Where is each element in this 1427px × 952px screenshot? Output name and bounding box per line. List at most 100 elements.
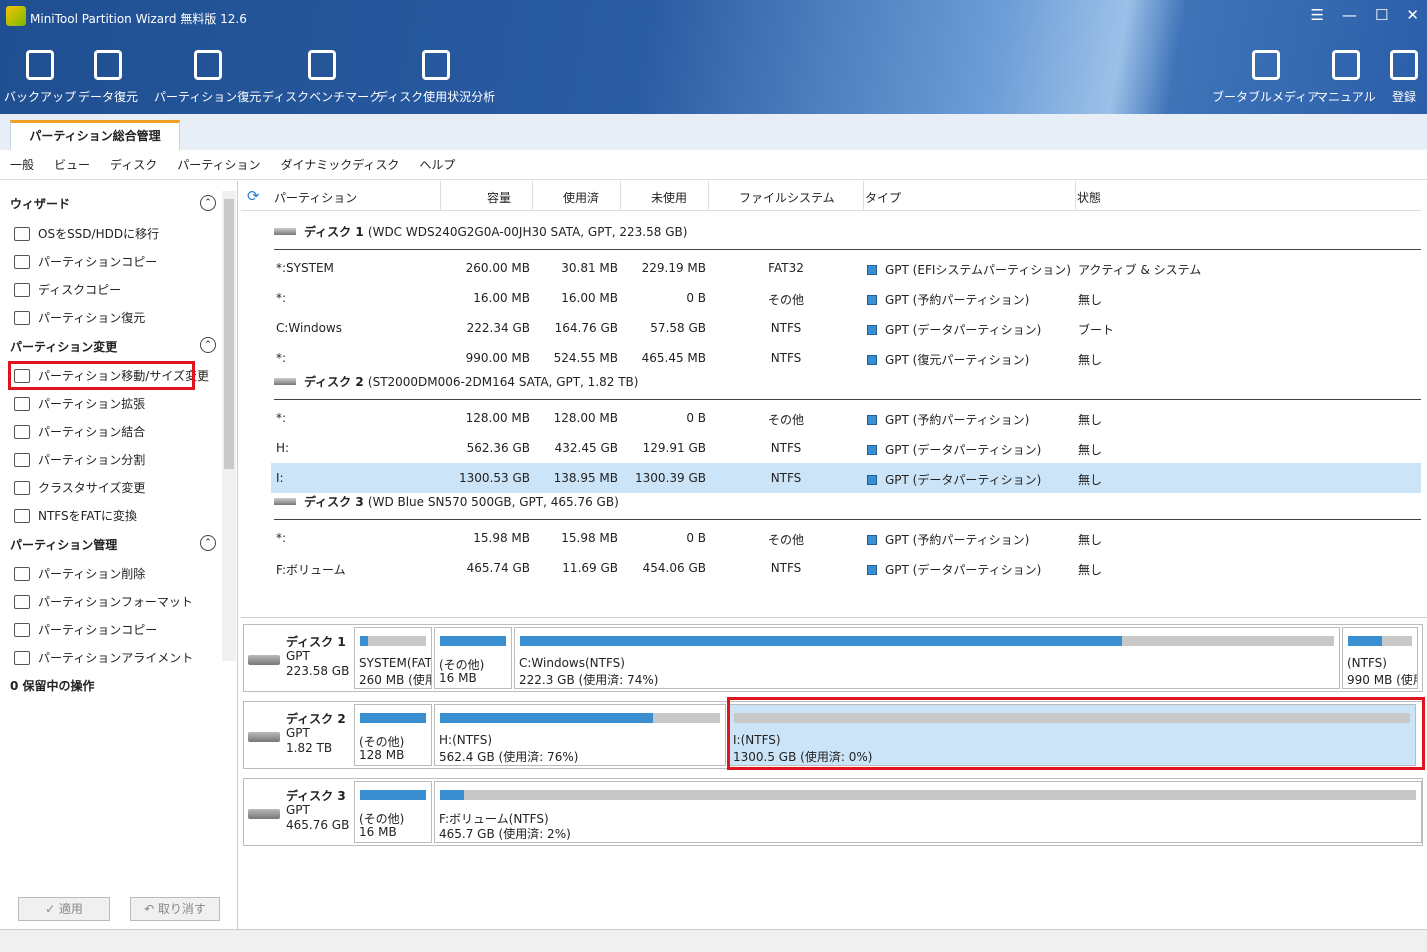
col-partition[interactable]: パーティション <box>274 189 357 206</box>
cell-capacity: 128.00 MB <box>465 411 530 425</box>
sidebar-item-delete[interactable]: パーティション削除 <box>14 565 145 582</box>
disk-header-row[interactable]: ディスク 1 (WDC WDS240G2G0A-00JH30 SATA, GPT… <box>274 223 687 240</box>
manual-icon <box>1331 50 1360 80</box>
partition-block[interactable]: SYSTEM(FAT3 260 MB (使用 <box>354 627 432 689</box>
sidebar-item-cluster-size[interactable]: クラスタサイズ変更 <box>14 479 145 496</box>
disk-header-row[interactable]: ディスク 2 (ST2000DM006-2DM164 SATA, GPT, 1.… <box>274 373 638 390</box>
menu-general[interactable]: 一般 <box>10 156 34 173</box>
sidebar-scroll-thumb[interactable] <box>224 199 234 469</box>
sidebar-item-split[interactable]: パーティション分割 <box>14 451 145 468</box>
usage-fill <box>360 790 426 800</box>
collapse-wizard-icon[interactable]: ⌃ <box>200 195 216 211</box>
col-unused[interactable]: 未使用 <box>651 189 687 206</box>
partition-block[interactable]: H:(NTFS) 562.4 GB (使用済: 76%) <box>434 704 726 766</box>
cell-filesystem: その他 <box>767 413 804 427</box>
table-row[interactable]: *: 990.00 MB 524.55 MB 465.45 MB NTFS GPT (復元… <box>271 343 1421 373</box>
usage-fill <box>1348 636 1382 646</box>
status-bar <box>0 929 1427 952</box>
table-row[interactable]: C:Windows 222.34 GB 164.76 GB 57.58 GB NTFS G… <box>271 313 1421 343</box>
close-icon[interactable]: ✕ <box>1406 6 1419 24</box>
menu-disk[interactable]: ディスク <box>110 156 157 173</box>
align-icon <box>14 650 30 665</box>
sidebar-item-format[interactable]: パーティションフォーマット <box>14 593 193 610</box>
hdd-icon <box>248 655 280 665</box>
cell-type: GPT (データパーティション) <box>867 561 1041 578</box>
sidebar-item-migrate-os[interactable]: OSをSSD/HDDに移行 <box>14 225 159 242</box>
table-row[interactable]: *: 128.00 MB 128.00 MB 0 B その他 GPT (予約パーティション… <box>271 403 1421 433</box>
title-bar: MiniTool Partition Wizard 無料版 12.6 ☰ — ☐… <box>0 0 1427 114</box>
section-wizard: ウィザード <box>10 197 71 211</box>
menu-view[interactable]: ビュー <box>54 156 90 173</box>
disk-map: ディスク 1 GPT 223.58 GB SYSTEM(FAT3 260 MB (使用(… <box>241 617 1427 929</box>
backup-button[interactable]: バックアップ <box>4 50 76 105</box>
table-row[interactable]: H: 562.36 GB 432.45 GB 129.91 GB NTFS GPT (デー… <box>271 433 1421 463</box>
cell-partition: *: <box>276 291 287 305</box>
cell-capacity: 465.74 GB <box>466 561 530 575</box>
sidebar-item-copy-partition[interactable]: パーティションコピー <box>14 253 157 270</box>
disk-benchmark-button[interactable]: ディスクベンチマーク <box>262 50 381 105</box>
apply-button[interactable]: ✓ 適用 <box>18 897 110 921</box>
partition-type-icon <box>867 565 877 575</box>
table-row[interactable]: *: 16.00 MB 16.00 MB 0 B その他 GPT (予約パーティション) 無… <box>271 283 1421 313</box>
hdd-icon <box>248 732 280 742</box>
col-type[interactable]: タイプ <box>865 189 901 206</box>
disk-card[interactable]: ディスク 1 GPT 223.58 GB SYSTEM(FAT3 260 MB (使用(… <box>243 624 1423 692</box>
cell-filesystem: NTFS <box>770 441 802 455</box>
partition-block[interactable]: F:ボリューム(NTFS) 465.7 GB (使用済: 2%) <box>434 781 1422 843</box>
partition-type-icon <box>867 535 877 545</box>
partition-recovery-button[interactable]: パーティション復元 <box>154 50 261 105</box>
sidebar-item-copy-disk[interactable]: ディスクコピー <box>14 281 121 298</box>
cell-capacity: 16.00 MB <box>473 291 530 305</box>
table-row[interactable]: *: 15.98 MB 15.98 MB 0 B その他 GPT (予約パーティション) 無… <box>271 523 1421 553</box>
cell-status: 無し <box>1078 563 1103 577</box>
space-analyzer-button[interactable]: ディスク使用状況分析 <box>376 50 495 105</box>
maximize-icon[interactable]: ☐ <box>1375 6 1388 24</box>
disk-benchmark-icon <box>307 50 336 80</box>
sidebar-item-ntfs-to-fat[interactable]: NTFSをFATに変換 <box>14 507 137 524</box>
cell-partition: *:SYSTEM <box>276 261 334 275</box>
cell-used: 30.81 MB <box>561 261 618 275</box>
usage-fill <box>440 713 653 723</box>
cell-status: 無し <box>1078 473 1103 487</box>
col-filesystem[interactable]: ファイルシステム <box>739 189 835 206</box>
disk-card[interactable]: ディスク 3 GPT 465.76 GB (その他) 16 MB F:ボリューム(NTFS… <box>243 778 1423 846</box>
trash-icon <box>14 566 30 581</box>
data-recovery-button[interactable]: データ復元 <box>78 50 138 105</box>
bootable-media-button[interactable]: ブータブルメディア <box>1212 50 1319 105</box>
col-status[interactable]: 状態 <box>1077 189 1101 206</box>
collapse-change-icon[interactable]: ⌃ <box>200 337 216 353</box>
sidebar-item-align[interactable]: パーティションアライメント <box>14 649 193 666</box>
sidebar-item-copy-partition-2[interactable]: パーティションコピー <box>14 621 157 638</box>
menu-partition[interactable]: パーティション <box>177 156 260 173</box>
sidebar-item-extend[interactable]: パーティション拡張 <box>14 395 145 412</box>
usage-bar <box>360 713 426 723</box>
table-row[interactable]: *:SYSTEM 260.00 MB 30.81 MB 229.19 MB FAT32 G… <box>271 253 1421 283</box>
hdd-icon <box>274 228 296 235</box>
menu-icon[interactable]: ☰ <box>1311 6 1324 24</box>
refresh-icon[interactable]: ⟳ <box>247 187 260 205</box>
sidebar-item-partition-recovery[interactable]: パーティション復元 <box>14 309 145 326</box>
partition-block[interactable]: (その他) 16 MB <box>434 627 512 689</box>
col-used[interactable]: 使用済 <box>563 189 599 206</box>
tab-partition-management[interactable]: パーティション総合管理 <box>10 120 180 150</box>
disk-header-row[interactable]: ディスク 3 (WD Blue SN570 500GB, GPT, 465.76… <box>274 493 619 510</box>
partition-recovery-icon <box>193 50 222 80</box>
menu-dynamic-disk[interactable]: ダイナミックディスク <box>280 156 399 173</box>
partition-block[interactable]: (その他) 128 MB <box>354 704 432 766</box>
partition-block[interactable]: C:Windows(NTFS) 222.3 GB (使用済: 74%) <box>514 627 1340 689</box>
table-row[interactable]: I: 1300.53 GB 138.95 MB 1300.39 GB NTFS GPT (… <box>271 463 1421 493</box>
table-row[interactable]: F:ボリューム 465.74 GB 11.69 GB 454.06 GB NTFS GPT… <box>271 553 1421 583</box>
sidebar-item-merge[interactable]: パーティション結合 <box>14 423 145 440</box>
usage-fill <box>360 713 426 723</box>
col-capacity[interactable]: 容量 <box>487 189 511 206</box>
partition-block[interactable]: (NTFS) 990 MB (使用 <box>1342 627 1418 689</box>
minimize-icon[interactable]: — <box>1342 6 1357 24</box>
undo-button[interactable]: ↶ 取り消す <box>130 897 220 921</box>
register-button[interactable]: 登録 <box>1390 50 1418 105</box>
cell-unused: 229.19 MB <box>641 261 706 275</box>
menu-help[interactable]: ヘルプ <box>419 156 455 173</box>
collapse-manage-icon[interactable]: ⌃ <box>200 535 216 551</box>
manual-button[interactable]: マニュアル <box>1316 50 1376 105</box>
partition-block[interactable]: (その他) 16 MB <box>354 781 432 843</box>
app-logo-icon <box>6 6 26 26</box>
